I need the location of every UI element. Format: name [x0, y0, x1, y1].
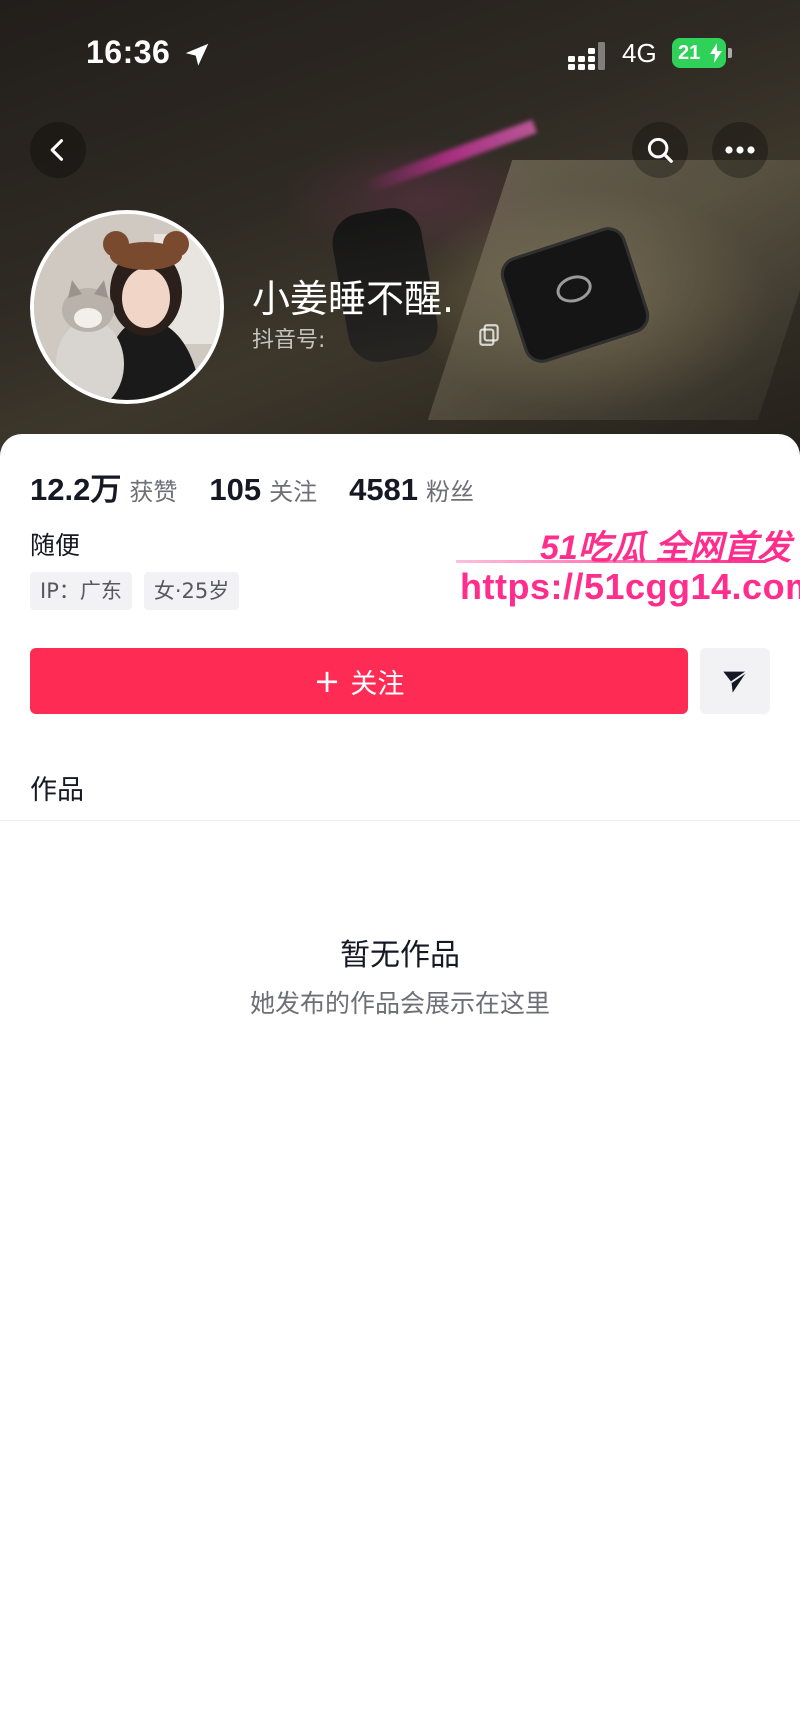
- battery-level: 21: [678, 42, 701, 64]
- location-arrow-icon: [185, 43, 209, 66]
- network-label: 4G: [622, 38, 657, 68]
- gender-age-tag: 女·25岁: [143, 572, 240, 610]
- following-count[interactable]: 105: [209, 472, 261, 508]
- ip-location-tag: IP：广东: [30, 572, 132, 610]
- send-message-button[interactable]: [700, 648, 770, 714]
- profile-bio: 随便: [30, 531, 81, 560]
- avatar[interactable]: [30, 210, 224, 404]
- follow-button-label: 关注: [350, 668, 405, 700]
- display-name: 小姜睡不醒.: [252, 277, 455, 321]
- charging-bolt-icon: [710, 43, 722, 63]
- tab-works[interactable]: 作品: [30, 768, 84, 807]
- plus-icon: +: [313, 662, 341, 700]
- following-label[interactable]: 关注: [269, 472, 317, 507]
- likes-count: 12.2万: [30, 472, 122, 507]
- followers-count[interactable]: 4581: [349, 472, 418, 508]
- likes-label: 获赞: [129, 478, 178, 506]
- more-button[interactable]: [712, 122, 768, 178]
- empty-state-title: 暂无作品: [340, 938, 460, 973]
- empty-state-subtitle: 她发布的作品会展示在这里: [249, 989, 550, 1018]
- search-icon: [647, 137, 673, 163]
- followers-label[interactable]: 粉丝: [426, 472, 474, 507]
- chevron-left-icon: [50, 139, 64, 161]
- back-button[interactable]: [30, 122, 86, 178]
- search-button[interactable]: [632, 122, 688, 178]
- watermark-url: https://51cgg14.com: [460, 566, 800, 607]
- copy-icon[interactable]: [476, 322, 502, 348]
- watermark-line: [456, 560, 766, 563]
- send-icon: [723, 670, 748, 693]
- more-horizontal-icon: [725, 146, 755, 154]
- douyin-id-label: 抖音号:: [252, 328, 326, 353]
- follow-button[interactable]: + 关注: [30, 648, 688, 714]
- status-time: 16:36: [86, 34, 171, 70]
- tab-divider: [0, 820, 800, 821]
- profile-card: [0, 434, 800, 1736]
- battery-indicator: 21: [672, 38, 726, 68]
- signal-icon: [568, 42, 605, 70]
- avatar-photo: [34, 214, 220, 400]
- profile-tags: IP：广东 女·25岁: [30, 572, 240, 610]
- profile-stats: 12.2万 获赞 105 关注 4581 粉丝: [30, 464, 506, 509]
